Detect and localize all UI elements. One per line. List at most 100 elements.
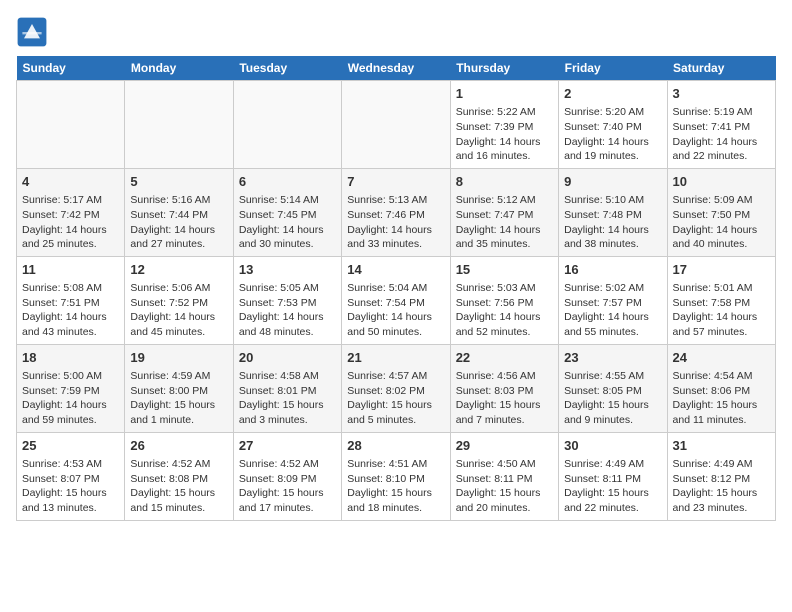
day-info: Sunrise: 5:22 AM — [456, 105, 553, 120]
day-info: and 1 minute. — [130, 413, 227, 428]
day-info: and 22 minutes. — [564, 501, 661, 516]
day-number: 1 — [456, 85, 553, 103]
day-info: Sunset: 8:06 PM — [673, 384, 770, 399]
header — [16, 16, 776, 48]
day-info: Sunset: 8:12 PM — [673, 472, 770, 487]
day-info: and 5 minutes. — [347, 413, 444, 428]
day-info: Sunrise: 4:55 AM — [564, 369, 661, 384]
day-info: and 38 minutes. — [564, 237, 661, 252]
logo-icon — [16, 16, 48, 48]
day-info: Sunrise: 4:52 AM — [239, 457, 336, 472]
day-info: and 48 minutes. — [239, 325, 336, 340]
calendar-table: SundayMondayTuesdayWednesdayThursdayFrid… — [16, 56, 776, 521]
calendar-cell: 18Sunrise: 5:00 AMSunset: 7:59 PMDayligh… — [17, 344, 125, 432]
day-info: Daylight: 14 hours — [239, 223, 336, 238]
day-info: Daylight: 14 hours — [673, 223, 770, 238]
day-info: Daylight: 14 hours — [22, 223, 119, 238]
day-info: Daylight: 15 hours — [130, 486, 227, 501]
days-header-row: SundayMondayTuesdayWednesdayThursdayFrid… — [17, 56, 776, 81]
day-info: Daylight: 14 hours — [130, 310, 227, 325]
day-info: and 43 minutes. — [22, 325, 119, 340]
day-header-wednesday: Wednesday — [342, 56, 450, 81]
day-number: 10 — [673, 173, 770, 191]
calendar-cell: 24Sunrise: 4:54 AMSunset: 8:06 PMDayligh… — [667, 344, 775, 432]
day-info: and 35 minutes. — [456, 237, 553, 252]
day-number: 18 — [22, 349, 119, 367]
day-number: 17 — [673, 261, 770, 279]
day-number: 13 — [239, 261, 336, 279]
day-info: Sunrise: 4:49 AM — [564, 457, 661, 472]
day-info: and 25 minutes. — [22, 237, 119, 252]
day-info: Sunrise: 4:59 AM — [130, 369, 227, 384]
day-number: 4 — [22, 173, 119, 191]
day-info: and 18 minutes. — [347, 501, 444, 516]
day-number: 6 — [239, 173, 336, 191]
day-number: 11 — [22, 261, 119, 279]
day-info: Sunrise: 5:17 AM — [22, 193, 119, 208]
day-info: and 45 minutes. — [130, 325, 227, 340]
day-number: 12 — [130, 261, 227, 279]
calendar-cell — [125, 81, 233, 169]
day-info: Sunset: 7:54 PM — [347, 296, 444, 311]
calendar-cell: 5Sunrise: 5:16 AMSunset: 7:44 PMDaylight… — [125, 168, 233, 256]
calendar-cell: 29Sunrise: 4:50 AMSunset: 8:11 PMDayligh… — [450, 432, 558, 520]
day-number: 22 — [456, 349, 553, 367]
day-info: Sunrise: 5:13 AM — [347, 193, 444, 208]
day-info: Sunset: 8:01 PM — [239, 384, 336, 399]
day-info: Daylight: 14 hours — [347, 310, 444, 325]
calendar-cell: 22Sunrise: 4:56 AMSunset: 8:03 PMDayligh… — [450, 344, 558, 432]
logo — [16, 16, 52, 48]
day-info: Daylight: 14 hours — [456, 135, 553, 150]
calendar-week-3: 11Sunrise: 5:08 AMSunset: 7:51 PMDayligh… — [17, 256, 776, 344]
day-info: Sunrise: 4:52 AM — [130, 457, 227, 472]
day-info: Sunrise: 5:12 AM — [456, 193, 553, 208]
day-info: and 11 minutes. — [673, 413, 770, 428]
day-info: Daylight: 15 hours — [239, 398, 336, 413]
day-number: 16 — [564, 261, 661, 279]
day-info: Daylight: 14 hours — [673, 310, 770, 325]
day-info: Sunrise: 5:02 AM — [564, 281, 661, 296]
day-info: Daylight: 15 hours — [673, 398, 770, 413]
calendar-cell: 31Sunrise: 4:49 AMSunset: 8:12 PMDayligh… — [667, 432, 775, 520]
day-info: Sunrise: 4:50 AM — [456, 457, 553, 472]
day-info: and 40 minutes. — [673, 237, 770, 252]
calendar-cell: 9Sunrise: 5:10 AMSunset: 7:48 PMDaylight… — [559, 168, 667, 256]
day-info: Sunset: 7:48 PM — [564, 208, 661, 223]
calendar-cell: 14Sunrise: 5:04 AMSunset: 7:54 PMDayligh… — [342, 256, 450, 344]
day-number: 31 — [673, 437, 770, 455]
calendar-cell: 21Sunrise: 4:57 AMSunset: 8:02 PMDayligh… — [342, 344, 450, 432]
day-info: Daylight: 15 hours — [347, 486, 444, 501]
day-info: Sunset: 7:45 PM — [239, 208, 336, 223]
day-number: 3 — [673, 85, 770, 103]
calendar-cell: 10Sunrise: 5:09 AMSunset: 7:50 PMDayligh… — [667, 168, 775, 256]
day-info: Daylight: 14 hours — [456, 310, 553, 325]
calendar-cell — [233, 81, 341, 169]
day-info: Sunset: 7:53 PM — [239, 296, 336, 311]
calendar-cell: 3Sunrise: 5:19 AMSunset: 7:41 PMDaylight… — [667, 81, 775, 169]
day-info: Sunset: 7:51 PM — [22, 296, 119, 311]
day-header-thursday: Thursday — [450, 56, 558, 81]
day-info: Sunrise: 5:04 AM — [347, 281, 444, 296]
day-info: Sunrise: 5:03 AM — [456, 281, 553, 296]
day-info: Sunset: 7:50 PM — [673, 208, 770, 223]
day-number: 27 — [239, 437, 336, 455]
day-info: and 9 minutes. — [564, 413, 661, 428]
day-info: Sunset: 7:44 PM — [130, 208, 227, 223]
day-info: Sunrise: 4:56 AM — [456, 369, 553, 384]
day-header-saturday: Saturday — [667, 56, 775, 81]
day-info: Sunrise: 5:16 AM — [130, 193, 227, 208]
calendar-week-2: 4Sunrise: 5:17 AMSunset: 7:42 PMDaylight… — [17, 168, 776, 256]
day-info: Sunset: 8:11 PM — [564, 472, 661, 487]
calendar-cell: 23Sunrise: 4:55 AMSunset: 8:05 PMDayligh… — [559, 344, 667, 432]
day-info: and 30 minutes. — [239, 237, 336, 252]
day-number: 2 — [564, 85, 661, 103]
day-info: and 50 minutes. — [347, 325, 444, 340]
day-info: Daylight: 15 hours — [130, 398, 227, 413]
calendar-week-1: 1Sunrise: 5:22 AMSunset: 7:39 PMDaylight… — [17, 81, 776, 169]
day-number: 5 — [130, 173, 227, 191]
calendar-cell — [342, 81, 450, 169]
day-info: Sunset: 8:05 PM — [564, 384, 661, 399]
calendar-cell: 19Sunrise: 4:59 AMSunset: 8:00 PMDayligh… — [125, 344, 233, 432]
calendar-cell: 30Sunrise: 4:49 AMSunset: 8:11 PMDayligh… — [559, 432, 667, 520]
day-header-tuesday: Tuesday — [233, 56, 341, 81]
